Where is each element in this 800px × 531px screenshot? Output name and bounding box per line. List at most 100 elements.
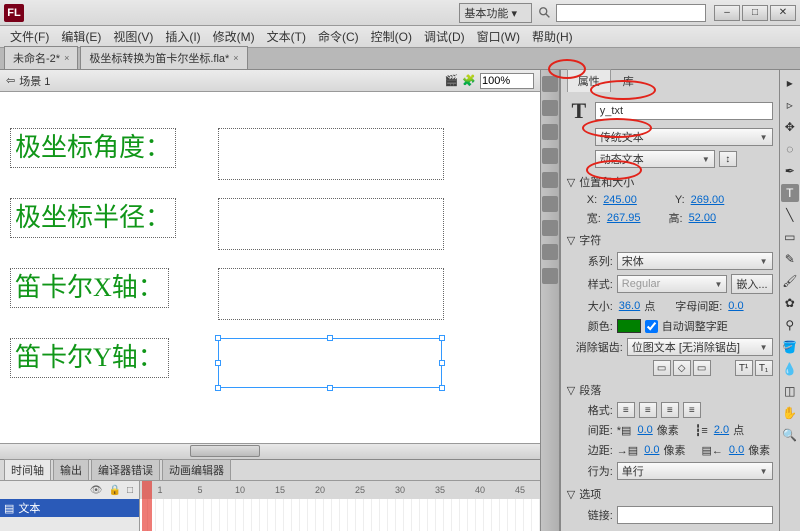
layer-row[interactable]: ▤文本 [0,499,139,517]
instance-name-input[interactable]: y_txt [595,102,773,120]
text-label[interactable]: 极坐标半径： [10,198,176,238]
tab-properties[interactable]: 属性 [567,69,611,92]
text-tool[interactable]: T [781,184,799,202]
line-spacing[interactable]: 2.0 [714,424,729,436]
text-type-combo[interactable]: 传统文本▼ [595,128,773,146]
y-value[interactable]: 269.00 [691,194,725,206]
dock-icon[interactable] [542,100,558,116]
text-field[interactable] [218,128,444,180]
menu-modify[interactable]: 修改(M) [209,26,259,47]
subselection-tool[interactable]: ▹ [781,96,799,114]
doc-tab[interactable]: 未命名-2*× [4,46,78,69]
tab-output[interactable]: 输出 [53,459,89,480]
menu-commands[interactable]: 命令(C) [314,26,363,47]
align-justify-button[interactable]: ≡ [683,402,701,418]
border-button[interactable]: ▭ [693,360,711,376]
menu-insert[interactable]: 插入(I) [161,26,204,47]
dock-icon[interactable] [542,196,558,212]
w-value[interactable]: 267.95 [607,212,641,224]
menu-help[interactable]: 帮助(H) [528,26,577,47]
selected-text-field[interactable] [218,338,442,388]
search-input[interactable] [556,4,706,22]
eye-icon[interactable]: 👁 [90,485,103,496]
selection-handle[interactable] [215,335,221,341]
selectable-button[interactable]: ▭ [653,360,671,376]
scrollbar-horizontal[interactable] [0,443,540,459]
embed-button[interactable]: 嵌入... [731,274,772,294]
dock-icon[interactable] [542,244,558,260]
menu-file[interactable]: 文件(F) [6,26,53,47]
playhead[interactable] [142,481,152,531]
minimize-button[interactable]: – [714,5,740,21]
selection-handle[interactable] [215,360,221,366]
bone-tool[interactable]: ⚲ [781,316,799,334]
selection-handle[interactable] [215,385,221,391]
section-paragraph[interactable]: ▽ 段落 [567,382,773,398]
antialias-combo[interactable]: 位图文本 [无消除锯齿]▼ [627,338,773,356]
text-label[interactable]: 笛卡尔X轴： [10,268,169,308]
margin-right[interactable]: 0.0 [729,444,744,456]
tab-compiler-errors[interactable]: 编译器错误 [91,459,160,480]
letter-spacing[interactable]: 0.0 [728,300,743,312]
x-value[interactable]: 245.00 [603,194,637,206]
stage[interactable]: 极坐标角度：极坐标半径：笛卡尔X轴：笛卡尔Y轴： [0,92,540,443]
menu-view[interactable]: 视图(V) [109,26,157,47]
line-tool[interactable]: ╲ [781,206,799,224]
orientation-button[interactable]: ↕ [719,151,737,167]
pen-tool[interactable]: ✒ [781,162,799,180]
rectangle-tool[interactable]: ▭ [781,228,799,246]
text-field[interactable] [218,268,444,320]
selection-handle[interactable] [327,335,333,341]
doc-tab[interactable]: 极坐标转换为笛卡尔坐标.fla*× [80,46,247,69]
align-center-button[interactable]: ≡ [639,402,657,418]
section-position[interactable]: ▽ 位置和大小 [567,174,773,190]
subscript-button[interactable]: T₁ [755,360,773,376]
scene-name[interactable]: 场景 1 [19,73,50,89]
back-icon[interactable]: ⇦ [6,74,15,87]
menu-control[interactable]: 控制(O) [367,26,416,47]
close-icon[interactable]: × [64,53,69,63]
lasso-tool[interactable]: ◌ [781,140,799,158]
text-label[interactable]: 笛卡尔Y轴： [10,338,169,378]
indent-value[interactable]: 0.0 [637,424,652,436]
tab-library[interactable]: 库 [613,70,644,92]
tab-motion-editor[interactable]: 动画编辑器 [162,459,231,480]
dock-icon[interactable] [542,268,558,284]
maximize-button[interactable]: □ [742,5,768,21]
zoom-tool[interactable]: 🔍 [781,426,799,444]
text-subtype-combo[interactable]: 动态文本▼ [595,150,715,168]
menu-text[interactable]: 文本(T) [263,26,310,47]
selection-handle[interactable] [439,335,445,341]
align-right-button[interactable]: ≡ [661,402,679,418]
font-style-combo[interactable]: Regular▼ [617,275,728,293]
selection-handle[interactable] [439,385,445,391]
eraser-tool[interactable]: ◫ [781,382,799,400]
section-options[interactable]: ▽ 选项 [567,486,773,502]
brush-tool[interactable]: 🖌 [781,272,799,290]
timeline-frames[interactable]: 151015202530354045 [140,481,540,531]
dock-icon[interactable] [542,76,558,92]
dock-icon[interactable] [542,124,558,140]
autokern-checkbox[interactable] [645,320,658,333]
lock-icon[interactable]: 🔒 [109,485,121,496]
scrollbar-thumb[interactable] [190,445,260,457]
superscript-button[interactable]: T¹ [735,360,753,376]
dock-icon[interactable] [542,220,558,236]
menu-window[interactable]: 窗口(W) [473,26,524,47]
color-swatch[interactable] [617,319,641,333]
hand-tool[interactable]: ✋ [781,404,799,422]
free-transform-tool[interactable]: ✥ [781,118,799,136]
selection-handle[interactable] [327,385,333,391]
section-character[interactable]: ▽ 字符 [567,232,773,248]
close-icon[interactable]: × [233,53,238,63]
html-button[interactable]: ◇ [673,360,691,376]
pencil-tool[interactable]: ✎ [781,250,799,268]
margin-left[interactable]: 0.0 [644,444,659,456]
close-button[interactable]: ✕ [770,5,796,21]
dock-icon[interactable] [542,148,558,164]
align-left-button[interactable]: ≡ [617,402,635,418]
font-size[interactable]: 36.0 [619,300,640,312]
selection-handle[interactable] [439,360,445,366]
deco-tool[interactable]: ✿ [781,294,799,312]
text-field[interactable] [218,198,444,250]
